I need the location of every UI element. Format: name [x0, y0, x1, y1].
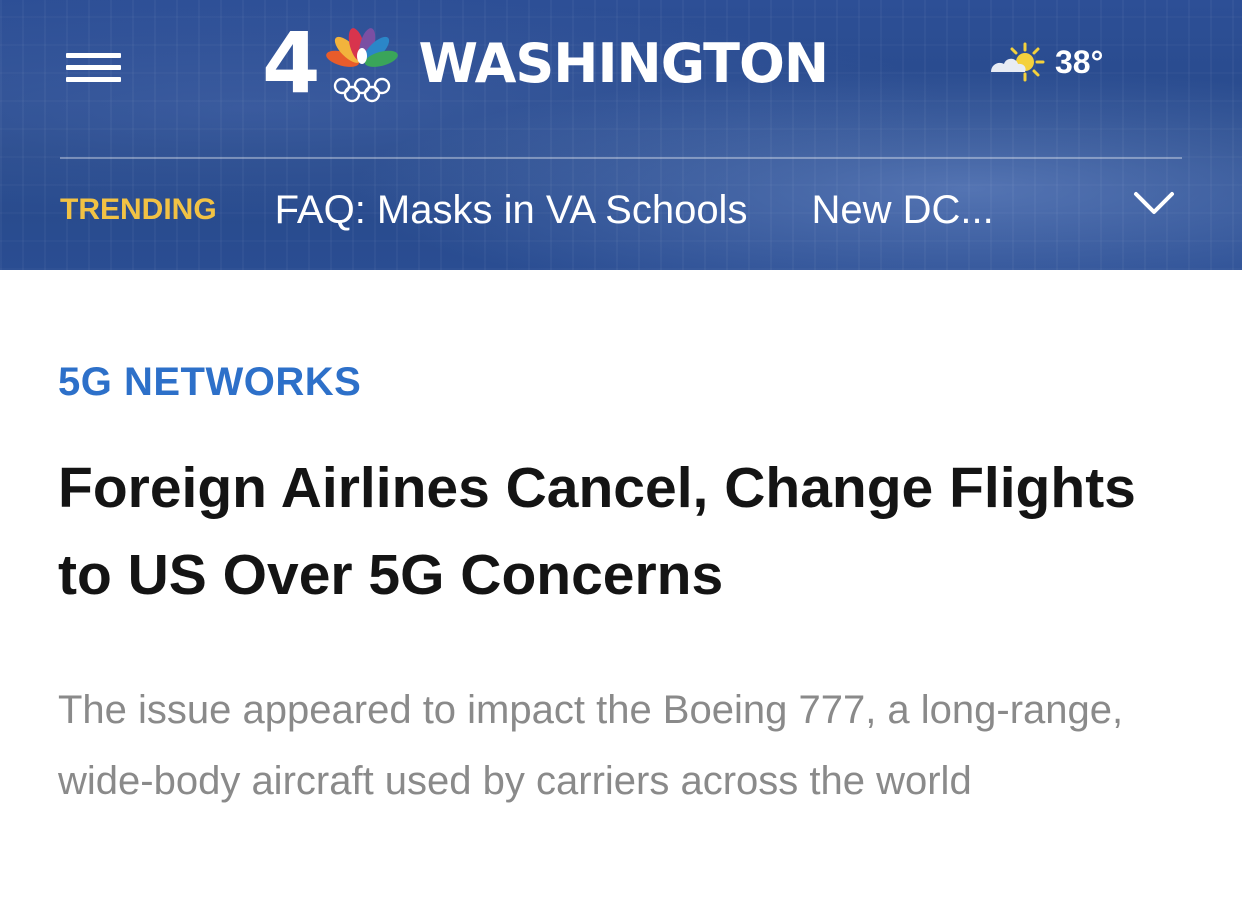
- article-headline[interactable]: Foreign Airlines Cancel, Change Flights …: [58, 445, 1188, 619]
- site-header: 4 WASHINGTON 38° TRENDING FAQ: Masks in …: [0, 0, 1242, 270]
- article-preview: 5G NETWORKS Foreign Airlines Cancel, Cha…: [58, 360, 1188, 817]
- channel-number: 4: [262, 14, 320, 112]
- temperature: 38°: [1055, 43, 1104, 80]
- chevron-down-icon[interactable]: [1132, 188, 1176, 218]
- partly-sunny-icon: [991, 42, 1045, 82]
- trending-label: TRENDING: [60, 193, 217, 226]
- trending-bar: TRENDING FAQ: Masks in VA Schools New DC…: [60, 182, 1182, 238]
- trending-link-masks[interactable]: FAQ: Masks in VA Schools: [275, 188, 748, 233]
- header-divider: [60, 157, 1182, 159]
- weather-widget[interactable]: 38°: [985, 38, 1103, 86]
- hamburger-menu-icon[interactable]: [66, 47, 121, 87]
- station-logo[interactable]: 4 WASHINGTON: [262, 14, 829, 112]
- trending-link-new-dc[interactable]: New DC...: [811, 188, 993, 233]
- article-summary: The issue appeared to impact the Boeing …: [58, 688, 1124, 803]
- article-category[interactable]: 5G NETWORKS: [58, 360, 1188, 405]
- station-name: WASHINGTON: [418, 31, 829, 95]
- nbc-peacock-icon: [326, 28, 399, 103]
